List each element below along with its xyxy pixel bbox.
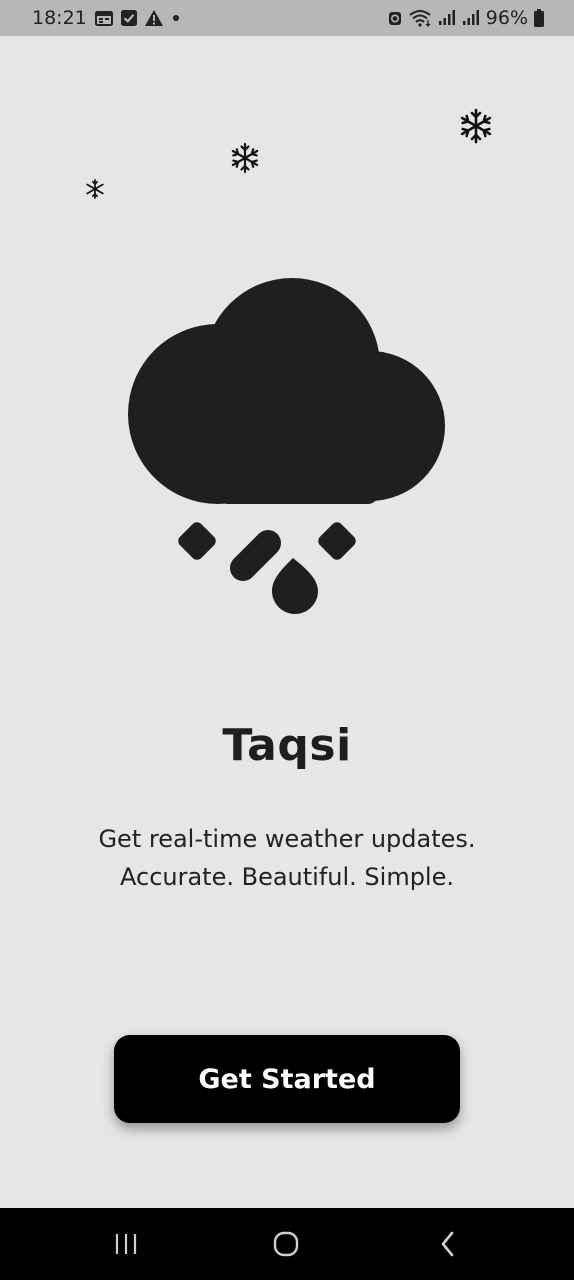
- dot-icon: [171, 13, 181, 23]
- calendar-icon: [94, 10, 113, 26]
- snowflake-icon: [85, 179, 105, 203]
- home-icon[interactable]: [264, 1226, 308, 1262]
- status-right: 96%: [388, 0, 544, 36]
- navigation-bar: [0, 1208, 574, 1280]
- get-started-button[interactable]: Get Started: [114, 1035, 460, 1123]
- snowflake-icon: [458, 108, 494, 148]
- onboarding-screen: Taqsi Get real-time weather updates. Acc…: [0, 36, 574, 1208]
- cloud-hail-icon: [120, 276, 460, 616]
- check-box-icon: [120, 10, 137, 26]
- battery-icon: [534, 9, 544, 27]
- battery-percent: 96%: [485, 7, 528, 29]
- back-icon[interactable]: [426, 1226, 470, 1262]
- status-left: 18:21: [32, 0, 181, 36]
- alarm-icon: [388, 10, 402, 26]
- signal-icon: [438, 10, 456, 26]
- tagline-line-1: Get real-time weather updates.: [98, 825, 476, 853]
- status-bar: 18:21 96%: [0, 0, 574, 36]
- snowflake-icon: [229, 142, 261, 178]
- recent-apps-icon[interactable]: [104, 1226, 148, 1262]
- tagline: Get real-time weather updates. Accurate.…: [0, 820, 574, 896]
- app-title: Taqsi: [222, 720, 352, 771]
- signal-icon: [462, 10, 480, 26]
- tagline-line-2: Accurate. Beautiful. Simple.: [120, 863, 454, 891]
- warning-icon: [144, 10, 163, 26]
- status-time: 18:21: [32, 7, 87, 29]
- wifi-icon: [408, 9, 432, 27]
